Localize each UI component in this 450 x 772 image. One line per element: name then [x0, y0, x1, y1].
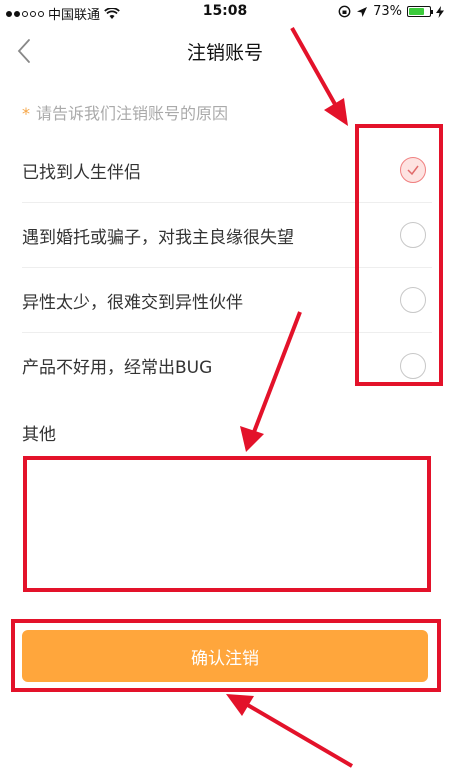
navigation-bar: 注销账号	[0, 24, 450, 78]
rotation-lock-icon	[338, 5, 351, 18]
page-title: 注销账号	[186, 42, 263, 64]
reason-label: 遇到婚托或骗子，对我主良缘很失望	[22, 227, 294, 248]
reason-hint-text: 请告诉我们注销账号的原因	[36, 104, 229, 123]
battery-icon	[407, 6, 433, 17]
annotation-arrow	[226, 694, 354, 768]
required-marker: *	[22, 104, 30, 123]
reason-label: 异性太少，很难交到异性伙伴	[22, 292, 243, 313]
charging-bolt-icon	[436, 5, 444, 18]
battery-level-fill	[409, 8, 424, 15]
reason-label: 产品不好用，经常出BUG	[22, 358, 213, 378]
status-right: 73%	[338, 4, 444, 19]
reason-hint: * 请告诉我们注销账号的原因	[22, 100, 228, 124]
annotation-box-confirm	[11, 619, 441, 692]
location-arrow-icon	[357, 6, 368, 17]
annotation-box-radios	[355, 124, 443, 386]
battery-percent: 73%	[373, 4, 402, 19]
annotation-box-other	[23, 456, 431, 592]
reason-label: 已找到人生伴侣	[22, 162, 141, 183]
other-label: 其他	[22, 425, 56, 445]
status-bar: 中国联通 15:08 73%	[0, 0, 450, 24]
